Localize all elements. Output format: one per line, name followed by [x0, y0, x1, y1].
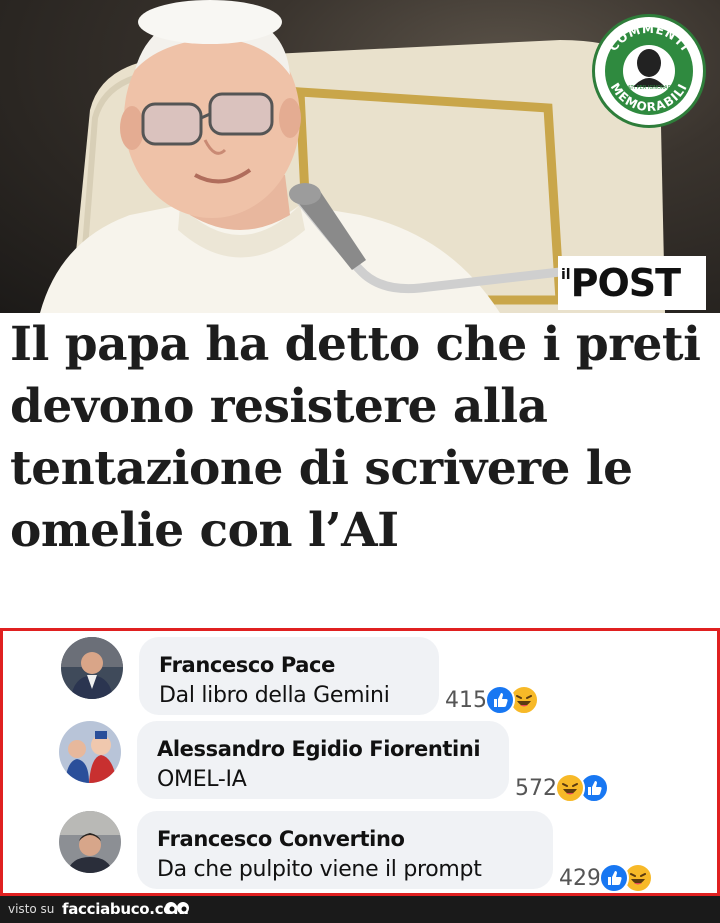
comment-bubble: Francesco Pace Dal libro della Gemini	[139, 637, 439, 715]
avatar[interactable]	[59, 721, 121, 783]
like-icon	[599, 863, 629, 893]
comment-item: Francesco Convertino Da che pulpito vien…	[3, 807, 717, 895]
reaction-count: 429	[559, 865, 601, 891]
reaction-count: 572	[515, 775, 557, 801]
news-photo: COMMENTI MEMORABILI NATI PER IGNORARE il…	[0, 0, 720, 313]
comments-box: Francesco Pace Dal libro della Gemini 41…	[0, 628, 720, 896]
comment-bubble: Francesco Convertino Da che pulpito vien…	[137, 811, 553, 889]
badge-center-text: NATI PER IGNORARE	[624, 85, 674, 91]
reaction-summary[interactable]: 415	[445, 685, 539, 715]
footer-prefix: visto su	[8, 902, 55, 916]
il-post-prefix: il	[561, 267, 571, 283]
comment-item: Francesco Pace Dal libro della Gemini 41…	[3, 635, 717, 723]
eyes-logo-icon	[165, 902, 189, 914]
badge-emblem-icon: COMMENTI MEMORABILI NATI PER IGNORARE	[606, 22, 691, 114]
reaction-summary[interactable]: 429	[559, 863, 653, 893]
comment-bubble: Alessandro Egidio Fiorentini OMEL-IA	[137, 721, 509, 799]
comment-author[interactable]: Francesco Convertino	[157, 827, 405, 851]
comment-text: Da che pulpito viene il prompt	[157, 857, 482, 882]
reaction-summary[interactable]: 572	[515, 773, 609, 803]
headline: Il papa ha detto che i preti devono resi…	[10, 317, 701, 558]
like-icon	[485, 685, 515, 715]
comment-item: Alessandro Egidio Fiorentini OMEL-IA 572	[3, 721, 717, 809]
commenti-memorabili-badge: COMMENTI MEMORABILI NATI PER IGNORARE	[592, 14, 706, 128]
reaction-count: 415	[445, 687, 487, 713]
comment-text: OMEL-IA	[157, 767, 247, 792]
il-post-logo: il POST	[558, 256, 706, 310]
avatar[interactable]	[61, 637, 123, 699]
haha-icon	[555, 773, 585, 803]
footer-bar: visto su facciabuco.com	[0, 896, 720, 923]
il-post-word: POST	[570, 261, 681, 305]
comment-author[interactable]: Alessandro Egidio Fiorentini	[157, 737, 481, 761]
avatar[interactable]	[59, 811, 121, 873]
comment-text: Dal libro della Gemini	[159, 683, 390, 708]
comment-author[interactable]: Francesco Pace	[159, 653, 335, 677]
